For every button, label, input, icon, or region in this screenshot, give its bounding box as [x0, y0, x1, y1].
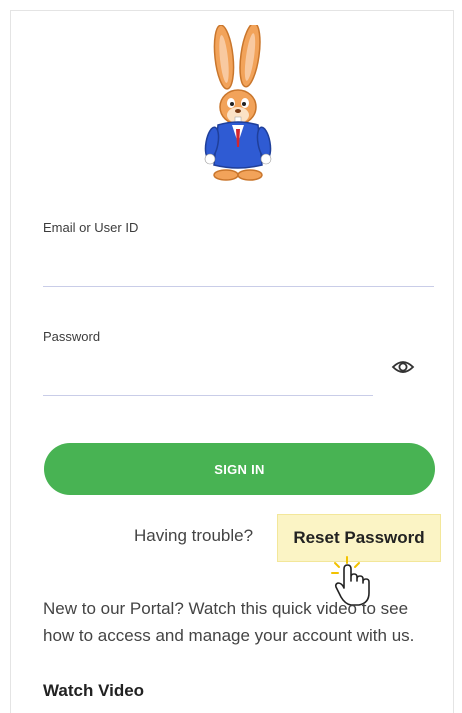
rabbit-mascot-logo: [204, 25, 272, 181]
password-input[interactable]: [43, 367, 373, 396]
reset-password-label: Reset Password: [293, 528, 425, 547]
watch-video-link[interactable]: Watch Video: [43, 681, 144, 701]
trouble-text: Having trouble?: [134, 526, 254, 545]
password-label: Password: [43, 329, 101, 344]
new-portal-text: New to our Portal? Watch this quick vide…: [43, 599, 415, 645]
email-input[interactable]: [43, 258, 434, 287]
sign-in-button[interactable]: SIGN IN: [44, 443, 435, 495]
email-label: Email or User ID: [43, 220, 139, 235]
eye-icon[interactable]: [391, 356, 415, 378]
